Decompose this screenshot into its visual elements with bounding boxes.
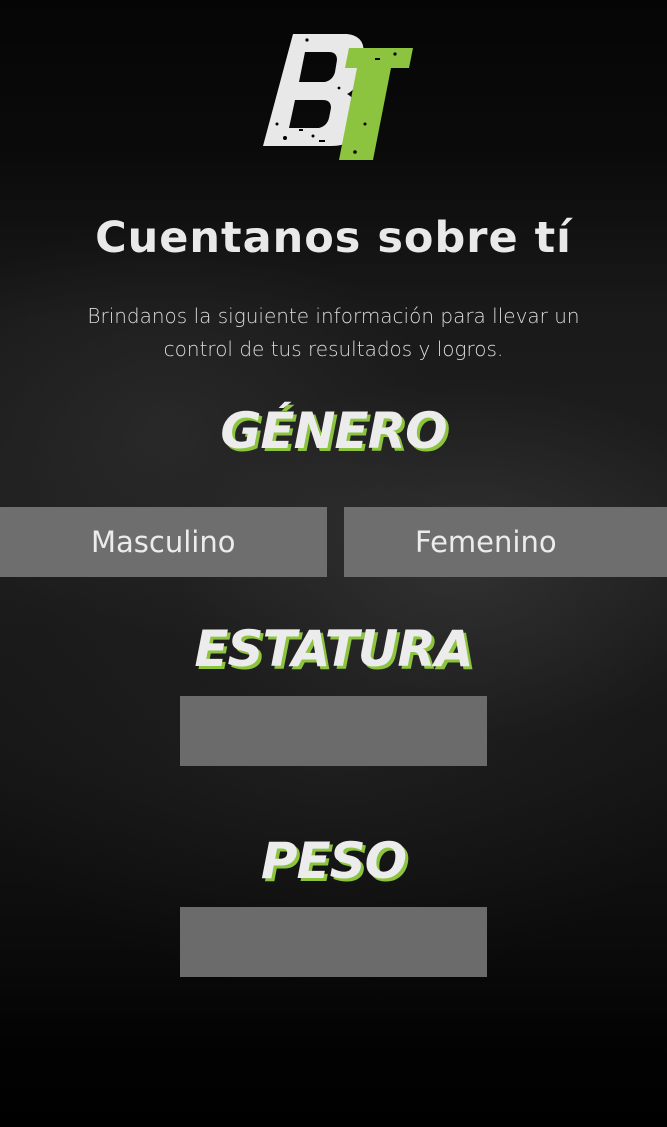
screen: Cuentanos sobre tí Brindanos la siguient… [0,0,667,1127]
weight-input[interactable] [180,907,487,977]
bt-logo [263,34,413,160]
gender-option-femenino[interactable]: Femenino [344,507,667,577]
gender-option-masculino[interactable]: Masculino [0,507,327,577]
height-input[interactable] [180,696,487,766]
page-title: Cuentanos sobre tí [95,213,572,263]
gender-option-masculino-label: Masculino [91,525,236,559]
gender-heading: GÉNERO [220,402,447,460]
page-subtitle: Brindanos la siguiente información para … [87,304,580,361]
height-heading: ESTATURA [194,620,473,678]
logo-letter-t [339,48,413,160]
gender-option-femenino-label: Femenino [415,525,557,559]
weight-heading: PESO [260,832,407,890]
